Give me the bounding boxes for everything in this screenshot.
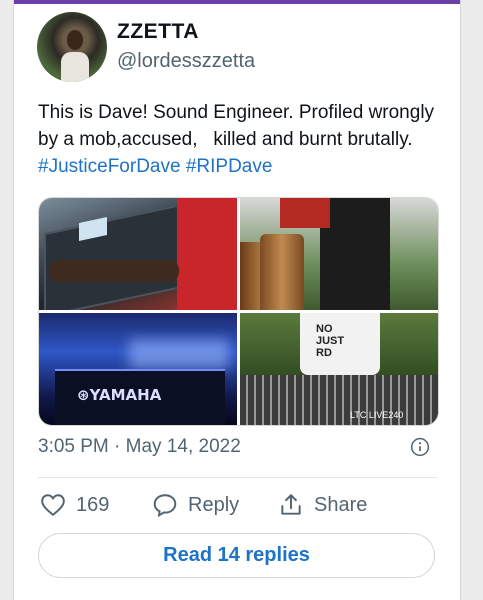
reply-icon [153,494,177,518]
avatar-shirt [61,52,89,82]
right-frame [460,0,483,600]
heart-icon [41,494,65,516]
tweet-timestamp[interactable]: 3:05 PM · May 14, 2022 [38,436,241,458]
author-handle[interactable]: @lordesszzetta [117,50,255,73]
photo-stage-glow [129,339,229,369]
reply-label: Reply [188,493,240,516]
share-label: Share [314,493,368,516]
divider [38,477,437,478]
avatar-head [67,30,83,50]
photo-drums[interactable] [240,198,438,310]
photo-brand-text: YAMAHA [89,386,162,404]
read-replies-button[interactable]: Read 14 replies [38,533,435,578]
photo-red-sleeve [177,198,237,310]
photo-desk [44,202,188,310]
photo-drum [260,234,304,310]
right-frame-border [460,0,461,600]
like-button[interactable]: 169 [40,490,109,520]
tweet-text: This is Dave! Sound Engineer. Profiled w… [38,99,448,180]
photo-shirt-text: NO JUST RD [316,323,345,359]
photo-drum-left [240,242,262,310]
share-icon [281,494,301,515]
photo-mixer-label: LTC LIVE240 [350,410,404,420]
avatar[interactable] [37,12,107,82]
top-accent-bar [0,0,483,4]
photo-brand-label: ⊛YAMAHA [77,386,162,404]
hashtag-justicefordave[interactable]: #JusticeForDave [38,156,181,177]
info-icon[interactable] [410,437,430,457]
left-frame [0,0,14,600]
like-count: 169 [76,493,110,516]
photo-mixer [240,375,438,425]
share-button[interactable]: Share [278,490,367,520]
left-frame-border [13,0,14,600]
reply-button[interactable]: Reply [152,490,239,520]
photo-red-shirt [280,198,330,228]
photo-arm [49,260,179,282]
hashtag-ripdave[interactable]: #RIPDave [186,156,273,177]
tweet-body: This is Dave! Sound Engineer. Profiled w… [38,102,440,150]
photo-yamaha-console[interactable]: ⊛YAMAHA [39,313,237,425]
photo-person [320,198,390,310]
photo-mixing-desk[interactable] [39,198,237,310]
media-grid: ⊛YAMAHA NO JUST RD LTC LIVE240 [38,197,439,426]
photo-mixer-outdoor[interactable]: NO JUST RD LTC LIVE240 [240,313,438,425]
author-display-name[interactable]: ZZETTA [117,20,199,44]
